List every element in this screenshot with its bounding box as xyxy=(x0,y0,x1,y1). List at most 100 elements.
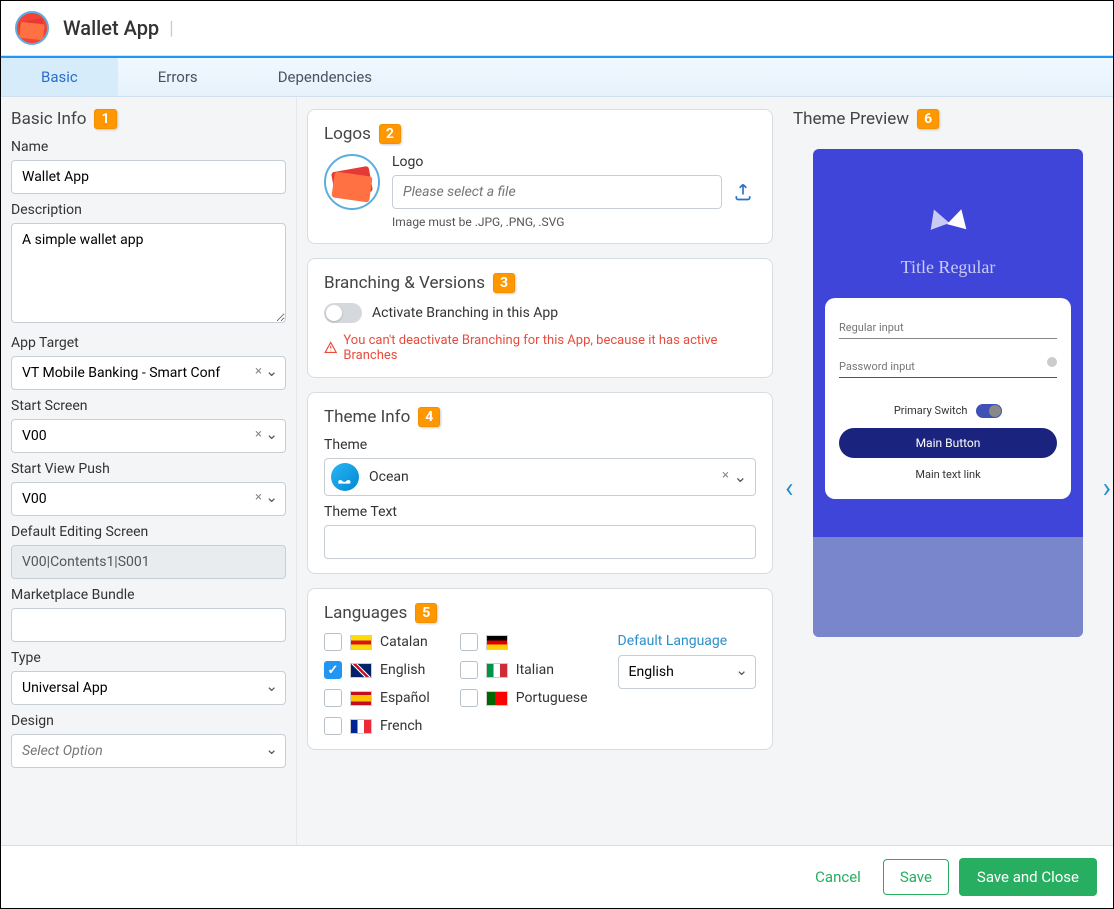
checkbox[interactable] xyxy=(460,633,478,651)
badge-5: 5 xyxy=(415,603,437,623)
lang-item-german[interactable] xyxy=(460,633,588,651)
logo-preview-icon xyxy=(324,154,380,210)
design-select[interactable] xyxy=(11,734,286,768)
lang-label: Catalan xyxy=(380,634,428,650)
checkbox[interactable] xyxy=(324,717,342,735)
default-language-select[interactable] xyxy=(618,655,756,689)
clear-icon[interactable]: × xyxy=(255,490,262,505)
phone-switch-icon xyxy=(976,404,1002,418)
start-screen-select[interactable]: × xyxy=(11,419,286,453)
flag-english-icon xyxy=(350,663,372,678)
clear-icon[interactable]: × xyxy=(255,364,262,379)
marketplace-bundle-input[interactable] xyxy=(11,608,286,642)
name-input[interactable] xyxy=(11,160,286,194)
tabs-bar: Basic Errors Dependencies xyxy=(1,56,1113,97)
header-separator: | xyxy=(169,18,173,39)
phone-card: Primary Switch Main Button Main text lin… xyxy=(825,298,1071,499)
badge-2: 2 xyxy=(379,124,401,144)
preview-prev-arrow[interactable]: ‹ xyxy=(785,471,793,504)
lang-label: French xyxy=(380,718,422,734)
checkbox[interactable] xyxy=(460,661,478,679)
phone-title: Title Regular xyxy=(813,257,1083,278)
theme-text-label: Theme Text xyxy=(324,504,756,520)
start-screen-value[interactable] xyxy=(11,419,286,453)
app-target-select[interactable]: × xyxy=(11,356,286,390)
theme-info-title-text: Theme Info xyxy=(324,407,410,427)
checkbox[interactable] xyxy=(324,633,342,651)
theme-value: Ocean xyxy=(369,469,409,485)
upload-icon[interactable] xyxy=(730,179,756,205)
lang-item-espanol[interactable]: Español xyxy=(324,689,430,707)
checkbox[interactable] xyxy=(324,689,342,707)
type-label: Type xyxy=(11,650,286,666)
checkbox[interactable] xyxy=(460,689,478,707)
phone-main-button: Main Button xyxy=(839,428,1057,458)
description-input[interactable]: A simple wallet app xyxy=(11,223,286,323)
basic-info-title-text: Basic Info xyxy=(11,109,86,129)
app-logo-icon xyxy=(15,11,49,45)
branching-toggle[interactable] xyxy=(324,303,362,323)
middle-panel: Logos 2 Logo Image must be .JPG, .PNG, .… xyxy=(297,97,783,845)
lang-item-catalan[interactable]: Catalan xyxy=(324,633,430,651)
branching-title-text: Branching & Versions xyxy=(324,273,485,293)
app-target-label: App Target xyxy=(11,335,286,351)
logo-file-input[interactable] xyxy=(392,175,722,209)
logo-hint: Image must be .JPG, .PNG, .SVG xyxy=(392,215,756,229)
header: Wallet App | xyxy=(1,1,1113,56)
lang-label: Italian xyxy=(516,662,554,678)
lang-label: Español xyxy=(380,690,430,706)
badge-3: 3 xyxy=(493,273,515,293)
languages-card: Languages 5 Catalan English Español Fren… xyxy=(307,588,773,750)
design-placeholder[interactable] xyxy=(11,734,286,768)
start-view-push-label: Start View Push xyxy=(11,461,286,477)
cancel-button[interactable]: Cancel xyxy=(803,860,873,894)
lang-item-portuguese[interactable]: Portuguese xyxy=(460,689,588,707)
lang-label: Portuguese xyxy=(516,690,588,706)
languages-title-text: Languages xyxy=(324,603,407,623)
start-view-push-value[interactable] xyxy=(11,482,286,516)
lang-label: English xyxy=(380,662,425,678)
basic-info-panel: Basic Info 1 Name Description A simple w… xyxy=(1,97,297,845)
type-select[interactable] xyxy=(11,671,286,705)
tab-dependencies[interactable]: Dependencies xyxy=(238,58,412,96)
theme-preview-title-text: Theme Preview xyxy=(793,109,909,129)
tab-basic[interactable]: Basic xyxy=(1,58,118,96)
theme-select[interactable]: Ocean × xyxy=(324,458,756,496)
clear-icon[interactable]: × xyxy=(255,427,262,442)
lang-item-french[interactable]: French xyxy=(324,717,430,735)
phone-preview: Title Regular Primary Switch Main Button… xyxy=(813,149,1083,637)
default-language-value[interactable] xyxy=(618,655,756,689)
default-editing-screen-label: Default Editing Screen xyxy=(11,524,286,540)
branching-toggle-label: Activate Branching in this App xyxy=(372,305,558,321)
phone-main-link: Main text link xyxy=(839,468,1057,481)
lang-item-italian[interactable]: Italian xyxy=(460,661,588,679)
marketplace-bundle-label: Marketplace Bundle xyxy=(11,587,286,603)
phone-bottom-bg xyxy=(813,537,1083,637)
save-button[interactable]: Save xyxy=(883,859,949,895)
theme-text-input[interactable] xyxy=(324,525,756,559)
type-value[interactable] xyxy=(11,671,286,705)
start-screen-label: Start Screen xyxy=(11,398,286,414)
languages-title: Languages 5 xyxy=(324,603,756,623)
app-title: Wallet App xyxy=(63,16,159,40)
lang-item-english[interactable]: English xyxy=(324,661,430,679)
save-and-close-button[interactable]: Save and Close xyxy=(959,858,1097,896)
logo-label: Logo xyxy=(392,154,756,170)
flag-french-icon xyxy=(350,719,372,734)
basic-info-title: Basic Info 1 xyxy=(11,109,286,129)
theme-info-card: Theme Info 4 Theme Ocean × Theme Text xyxy=(307,392,773,574)
preview-next-arrow[interactable]: › xyxy=(1103,471,1111,504)
flag-german-icon xyxy=(486,635,508,650)
badge-1: 1 xyxy=(94,109,116,129)
logos-title: Logos 2 xyxy=(324,124,756,144)
flag-spanish-icon xyxy=(350,691,372,706)
clear-icon[interactable]: × xyxy=(722,468,729,483)
checkbox[interactable] xyxy=(324,661,342,679)
default-editing-screen-value xyxy=(11,545,286,579)
phone-password-input xyxy=(839,356,1057,378)
phone-logo-icon xyxy=(813,209,1083,227)
app-target-value[interactable] xyxy=(11,356,286,390)
tab-errors[interactable]: Errors xyxy=(118,58,238,96)
start-view-push-select[interactable]: × xyxy=(11,482,286,516)
badge-4: 4 xyxy=(418,407,440,427)
